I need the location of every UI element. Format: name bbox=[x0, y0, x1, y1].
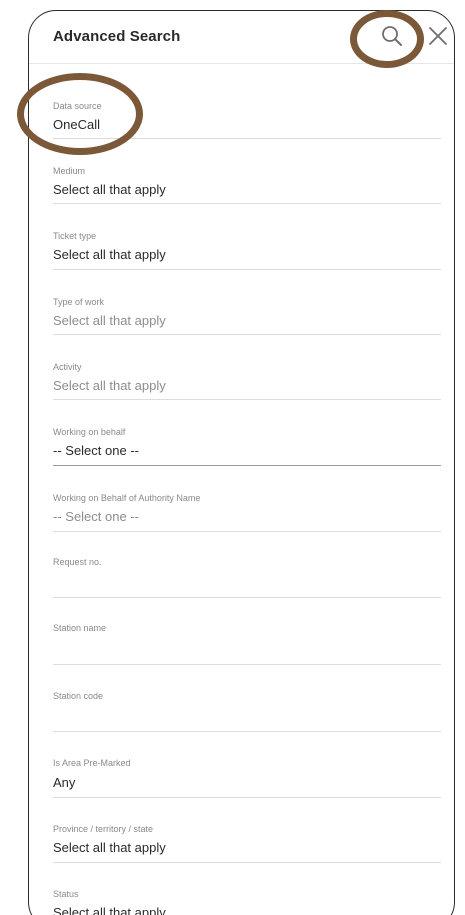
field-label: Request no. bbox=[53, 557, 102, 567]
field-value: -- Select one -- bbox=[53, 443, 139, 458]
panel-title: Advanced Search bbox=[53, 28, 181, 45]
field-label: Province / territory / state bbox=[53, 824, 154, 834]
field-request-no[interactable]: Request no. bbox=[53, 532, 441, 598]
field-value: -- Select one -- bbox=[53, 509, 139, 524]
field-working-on-behalf-authority[interactable]: Working on Behalf of Authority Name -- S… bbox=[53, 466, 441, 532]
field-value: Select all that apply bbox=[53, 378, 166, 393]
field-label: Status bbox=[53, 889, 79, 899]
field-label: Is Area Pre-Marked bbox=[53, 758, 131, 768]
search-icon[interactable] bbox=[379, 23, 405, 49]
field-value: Select all that apply bbox=[53, 840, 166, 855]
field-label: Activity bbox=[53, 362, 82, 372]
field-label: Working on behalf bbox=[53, 427, 126, 437]
field-is-area-pre-marked[interactable]: Is Area Pre-Marked Any bbox=[53, 732, 441, 798]
field-value: Select all that apply bbox=[53, 313, 166, 328]
field-label: Medium bbox=[53, 166, 86, 176]
field-working-on-behalf[interactable]: Working on behalf -- Select one -- bbox=[53, 400, 441, 466]
field-status[interactable]: Status Select all that apply bbox=[53, 863, 441, 915]
field-station-code[interactable]: Station code bbox=[53, 665, 441, 732]
field-type-of-work[interactable]: Type of work Select all that apply bbox=[53, 270, 441, 335]
field-province-territory-state[interactable]: Province / territory / state Select all … bbox=[53, 798, 441, 863]
field-value: Select all that apply bbox=[53, 905, 166, 915]
advanced-search-panel: Advanced Search Data source OneCall Medi… bbox=[28, 10, 455, 915]
field-station-name[interactable]: Station name bbox=[53, 598, 441, 665]
field-medium[interactable]: Medium Select all that apply bbox=[53, 139, 441, 204]
field-label: Ticket type bbox=[53, 231, 97, 241]
field-label: Station name bbox=[53, 623, 107, 633]
panel-header: Advanced Search bbox=[29, 11, 454, 64]
field-value: Select all that apply bbox=[53, 182, 166, 197]
field-label: Station code bbox=[53, 691, 104, 701]
field-label: Data source bbox=[53, 101, 102, 111]
field-activity[interactable]: Activity Select all that apply bbox=[53, 335, 441, 400]
search-form: Data source OneCall Medium Select all th… bbox=[53, 63, 441, 915]
field-value: OneCall bbox=[53, 117, 100, 132]
screen: Advanced Search Data source OneCall Medi… bbox=[0, 0, 465, 915]
field-label: Working on Behalf of Authority Name bbox=[53, 493, 201, 503]
field-value: Any bbox=[53, 775, 76, 790]
field-value: Select all that apply bbox=[53, 247, 166, 262]
field-label: Type of work bbox=[53, 297, 105, 307]
field-data-source[interactable]: Data source OneCall bbox=[53, 63, 441, 139]
close-icon[interactable] bbox=[425, 23, 451, 49]
field-ticket-type[interactable]: Ticket type Select all that apply bbox=[53, 204, 441, 270]
